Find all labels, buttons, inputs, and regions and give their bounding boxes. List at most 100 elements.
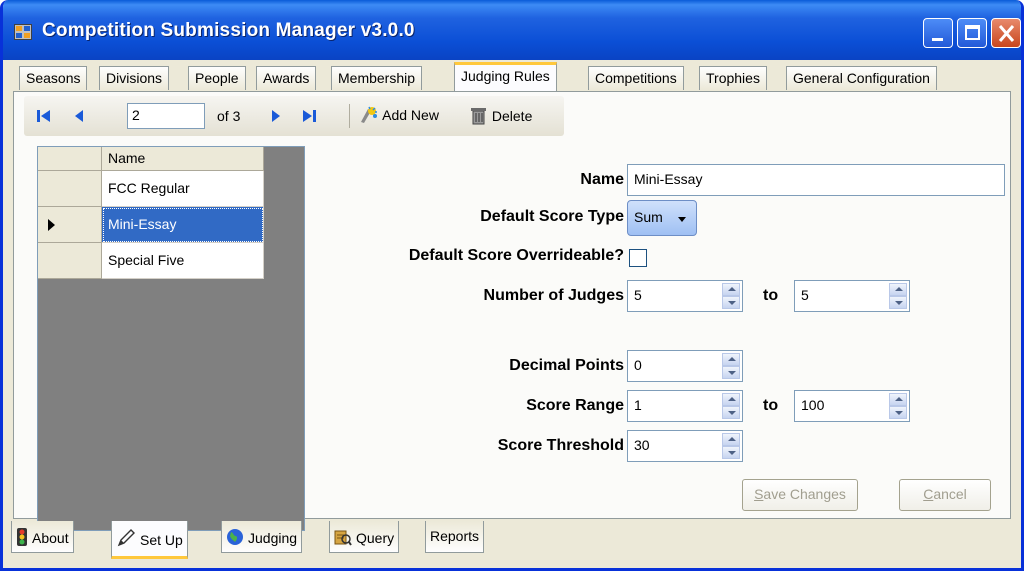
cancel-mnemonic: C (923, 486, 934, 502)
score-threshold-stepper[interactable]: 30 (627, 430, 743, 462)
save-changes-button[interactable]: Save Changes (742, 479, 858, 511)
maximize-icon (965, 25, 980, 40)
close-icon (998, 25, 1015, 42)
delete-label: Delete (491, 108, 533, 124)
binding-navigator: 2 of 3 Add New Delete (24, 96, 564, 136)
close-button[interactable] (991, 18, 1021, 48)
overrideable-checkbox[interactable] (629, 249, 647, 267)
grid-corner-header[interactable] (38, 147, 102, 171)
tab-trophies[interactable]: Trophies (699, 66, 767, 90)
tab-people[interactable]: People (188, 66, 246, 90)
spin-up-icon[interactable] (889, 283, 907, 296)
cancel-label: ancel (933, 486, 967, 502)
tab-set-up-label: Set Up (140, 532, 183, 548)
tab-reports[interactable]: Reports (425, 521, 485, 553)
spin-down-icon[interactable] (722, 296, 740, 309)
table-cell[interactable]: FCC Regular (102, 171, 264, 207)
record-count: of 3 (217, 108, 241, 124)
save-mnemonic: S (754, 486, 764, 502)
delete-button[interactable]: Delete (470, 106, 532, 126)
score-range-min-value: 1 (634, 397, 642, 413)
score-type-dropdown[interactable]: Sum (627, 200, 697, 236)
score-type-label: Default Score Type (480, 208, 624, 225)
judging-rules-panel: 2 of 3 Add New Delete Name FCC Regular M… (13, 91, 1011, 531)
title-bar[interactable]: Competition Submission Manager v3.0.0 (3, 0, 1021, 60)
globe-icon (227, 529, 243, 545)
overrideable-label: Default Score Overrideable? (408, 247, 624, 264)
chevron-down-icon (678, 217, 686, 222)
decimal-points-label: Decimal Points (509, 357, 624, 374)
score-type-value: Sum (634, 209, 663, 225)
score-range-min-stepper[interactable]: 1 (627, 390, 743, 422)
tab-about-label: About (32, 530, 69, 546)
score-range-to-label: to (763, 397, 779, 414)
tab-judging[interactable]: Judging (221, 521, 303, 553)
name-label: Name (580, 171, 624, 188)
name-field[interactable]: Mini-Essay (627, 164, 1005, 196)
app-window: Competition Submission Manager v3.0.0 Se… (0, 0, 1024, 571)
tab-reports-label: Reports (430, 528, 480, 544)
spin-down-icon[interactable] (889, 406, 907, 419)
spin-up-icon[interactable] (722, 283, 740, 296)
tab-judging-label: Judging (248, 530, 298, 546)
delete-icon (471, 108, 486, 125)
move-last-icon[interactable] (299, 106, 319, 126)
spin-up-icon[interactable] (889, 393, 907, 406)
bottom-tab-strip: About Set Up Judging Query Reports (11, 521, 1017, 567)
cancel-button[interactable]: Cancel (899, 479, 991, 511)
decimal-points-stepper[interactable]: 0 (627, 350, 743, 382)
decimal-points-value: 0 (634, 357, 642, 373)
position-input[interactable]: 2 (127, 103, 205, 129)
judges-min-value: 5 (634, 287, 642, 303)
maximize-button[interactable] (957, 18, 987, 48)
tab-query[interactable]: Query (329, 521, 400, 553)
minimize-button[interactable] (923, 18, 953, 48)
score-range-max-stepper[interactable]: 100 (794, 390, 910, 422)
table-cell[interactable]: Special Five (102, 243, 264, 279)
row-header[interactable] (38, 207, 102, 243)
score-range-max-value: 100 (801, 397, 825, 413)
current-row-icon (48, 219, 55, 231)
move-previous-icon[interactable] (69, 106, 89, 126)
spin-up-icon[interactable] (722, 393, 740, 406)
pencil-icon (117, 529, 135, 547)
tab-general-configuration[interactable]: General Configuration (786, 66, 937, 90)
judges-max-stepper[interactable]: 5 (794, 280, 910, 312)
tab-set-up[interactable]: Set Up (111, 521, 188, 559)
spin-up-icon[interactable] (722, 353, 740, 366)
tab-awards[interactable]: Awards (256, 66, 317, 90)
tab-divisions[interactable]: Divisions (99, 66, 170, 90)
tab-about[interactable]: About (11, 521, 74, 553)
judges-to-label: to (763, 287, 779, 304)
table-row[interactable]: Special Five (38, 243, 264, 279)
window-title: Competition Submission Manager v3.0.0 (42, 20, 415, 41)
minimize-icon (932, 38, 943, 41)
move-first-icon[interactable] (34, 106, 54, 126)
spin-down-icon[interactable] (722, 406, 740, 419)
judging-rules-grid[interactable]: Name FCC Regular Mini-Essay Special Five (37, 146, 305, 531)
spin-down-icon[interactable] (722, 366, 740, 379)
spin-up-icon[interactable] (722, 433, 740, 446)
tab-membership[interactable]: Membership (331, 66, 423, 90)
spin-down-icon[interactable] (722, 446, 740, 459)
table-row[interactable]: Mini-Essay (38, 207, 264, 243)
table-cell[interactable]: Mini-Essay (102, 207, 264, 243)
move-next-icon[interactable] (266, 106, 286, 126)
table-row[interactable]: FCC Regular (38, 171, 264, 207)
save-label: ave Changes (763, 486, 846, 502)
judges-min-stepper[interactable]: 5 (627, 280, 743, 312)
spin-down-icon[interactable] (889, 296, 907, 309)
traffic-light-icon (17, 528, 27, 546)
top-tab-strip: Seasons Divisions People Awards Membersh… (13, 62, 1013, 91)
score-threshold-label: Score Threshold (497, 437, 624, 454)
add-new-icon (361, 106, 377, 123)
toolbar-separator (349, 104, 350, 128)
add-new-button[interactable]: Add New (359, 106, 439, 124)
judges-max-value: 5 (801, 287, 809, 303)
grid-column-header-name[interactable]: Name (102, 147, 264, 171)
row-header[interactable] (38, 243, 102, 279)
row-header[interactable] (38, 171, 102, 207)
tab-competitions[interactable]: Competitions (588, 66, 684, 90)
tab-seasons[interactable]: Seasons (19, 66, 88, 90)
tab-judging-rules[interactable]: Judging Rules (454, 62, 557, 91)
